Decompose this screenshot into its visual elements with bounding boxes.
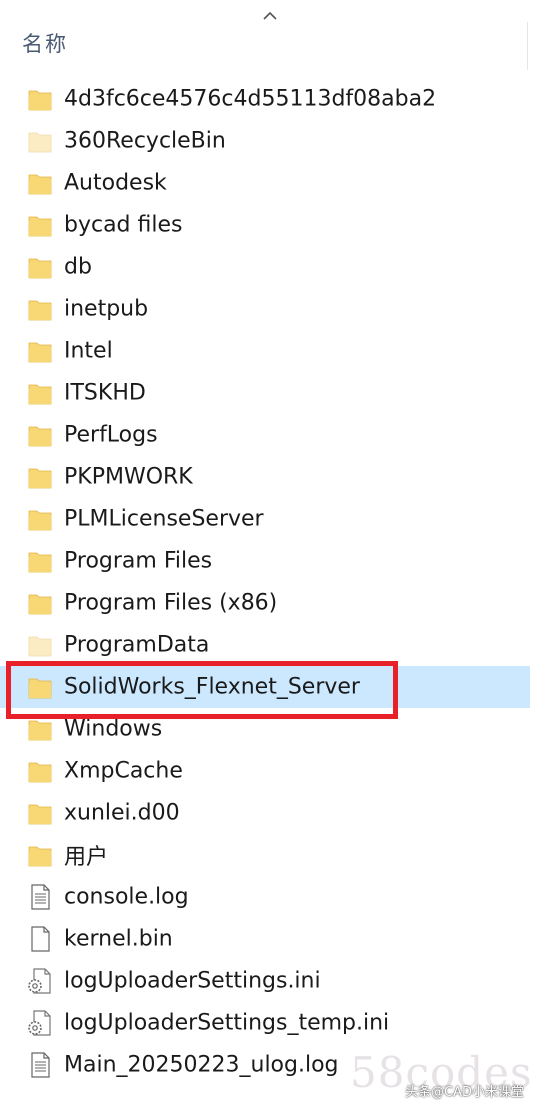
file-name: SolidWorks_Flexnet_Server: [64, 674, 360, 700]
file-name: bycad files: [64, 212, 183, 238]
file-row[interactable]: Windows: [0, 708, 530, 750]
file-name: ITSKHD: [64, 380, 146, 406]
settings-file-icon: [26, 1009, 54, 1037]
folder-icon: [26, 337, 54, 365]
folder-icon: [26, 85, 54, 113]
file-name: Intel: [64, 338, 113, 364]
file-icon: [26, 925, 54, 953]
file-row[interactable]: Program Files (x86): [0, 582, 530, 624]
folder-icon: [26, 169, 54, 197]
folder-icon: [26, 547, 54, 575]
folder-icon: [26, 757, 54, 785]
file-row[interactable]: ITSKHD: [0, 372, 530, 414]
file-row[interactable]: Autodesk: [0, 162, 530, 204]
file-row[interactable]: bycad files: [0, 204, 530, 246]
file-name: Main_20250223_ulog.log: [64, 1052, 339, 1078]
file-row[interactable]: kernel.bin: [0, 918, 530, 960]
folder-icon: [26, 589, 54, 617]
file-list: 4d3fc6ce4576c4d55113df08aba2 360RecycleBi…: [0, 78, 530, 1086]
folder-icon: [26, 463, 54, 491]
folder-icon: [26, 673, 54, 701]
column-divider[interactable]: [527, 22, 528, 70]
file-row-selected[interactable]: SolidWorks_Flexnet_Server: [0, 666, 530, 708]
file-name: 360RecycleBin: [64, 128, 226, 154]
file-name: 4d3fc6ce4576c4d55113df08aba2: [64, 86, 437, 112]
file-name: inetpub: [64, 296, 149, 322]
file-name: Program Files (x86): [64, 590, 278, 616]
file-name: Program Files: [64, 548, 213, 574]
file-row[interactable]: 360RecycleBin: [0, 120, 530, 162]
file-name: xunlei.d00: [64, 800, 180, 826]
settings-file-icon: [26, 967, 54, 995]
file-name: XmpCache: [64, 758, 183, 784]
file-row[interactable]: XmpCache: [0, 750, 530, 792]
file-name: Autodesk: [64, 170, 167, 196]
scrollbar[interactable]: [530, 0, 544, 1110]
file-row[interactable]: logUploaderSettings.ini: [0, 960, 530, 1002]
file-row[interactable]: 4d3fc6ce4576c4d55113df08aba2: [0, 78, 530, 120]
file-name: logUploaderSettings_temp.ini: [64, 1010, 390, 1036]
file-row[interactable]: inetpub: [0, 288, 530, 330]
folder-icon: [26, 211, 54, 239]
folder-icon: [26, 715, 54, 743]
file-name: Windows: [64, 716, 163, 742]
file-row[interactable]: PKPMWORK: [0, 456, 530, 498]
file-row[interactable]: console.log: [0, 876, 530, 918]
file-row[interactable]: logUploaderSettings_temp.ini: [0, 1002, 530, 1044]
folder-icon: [26, 505, 54, 533]
file-row[interactable]: PerfLogs: [0, 414, 530, 456]
file-name: db: [64, 254, 92, 280]
file-name: PKPMWORK: [64, 464, 193, 490]
file-row[interactable]: 用户: [0, 834, 530, 876]
file-row[interactable]: xunlei.d00: [0, 792, 530, 834]
text-file-icon: [26, 883, 54, 911]
file-name: logUploaderSettings.ini: [64, 968, 321, 994]
file-row[interactable]: Program Files: [0, 540, 530, 582]
sort-ascending-icon[interactable]: [262, 8, 278, 24]
file-name: console.log: [64, 884, 189, 910]
file-name: kernel.bin: [64, 926, 173, 952]
column-header-name[interactable]: 名称: [22, 28, 68, 58]
file-row[interactable]: Intel: [0, 330, 530, 372]
file-row[interactable]: PLMLicenseServer: [0, 498, 530, 540]
hidden-folder-icon: [26, 127, 54, 155]
file-name: PLMLicenseServer: [64, 506, 264, 532]
file-name: 用户: [64, 845, 109, 870]
file-name: PerfLogs: [64, 422, 158, 448]
file-name: ProgramData: [64, 632, 210, 658]
watermark-credit: 头条@CAD小米课堂: [405, 1085, 524, 1100]
folder-icon: [26, 841, 54, 869]
folder-icon: [26, 253, 54, 281]
folder-icon: [26, 421, 54, 449]
folder-icon: [26, 379, 54, 407]
folder-icon: [26, 799, 54, 827]
folder-icon: [26, 295, 54, 323]
file-row[interactable]: ProgramData: [0, 624, 530, 666]
file-row[interactable]: db: [0, 246, 530, 288]
text-file-icon: [26, 1051, 54, 1079]
hidden-folder-icon: [26, 631, 54, 659]
